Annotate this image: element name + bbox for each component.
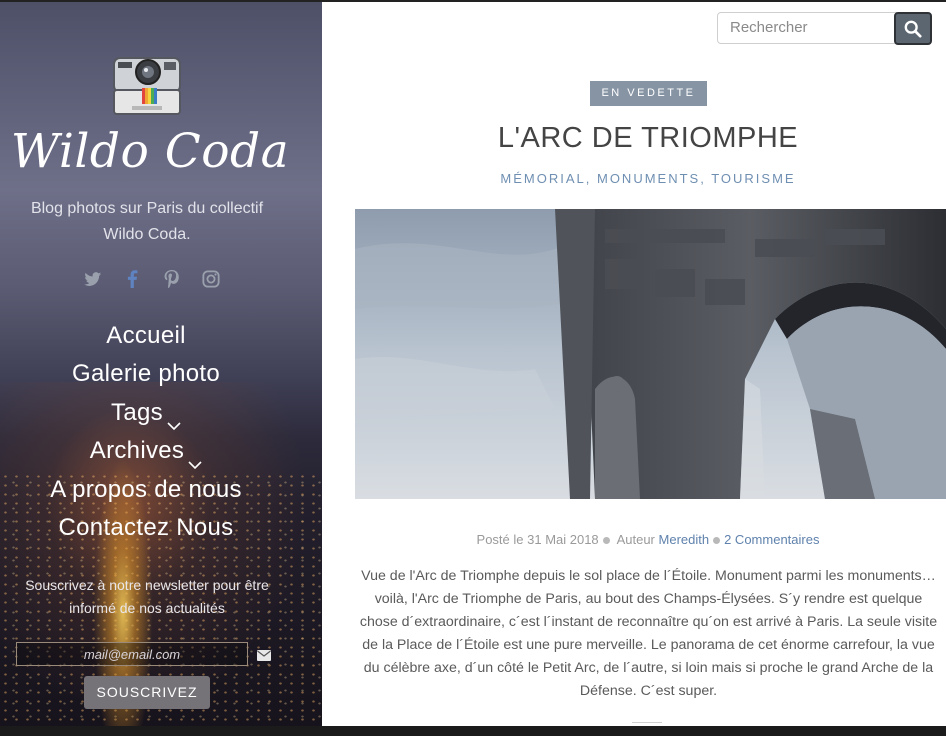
nav-item-label: Galerie photo xyxy=(72,360,220,388)
meta-separator xyxy=(602,537,610,545)
nav-item-a-propos[interactable]: A propos de nous xyxy=(0,474,292,512)
twitter-icon[interactable] xyxy=(82,268,104,290)
blog-tagline: Blog photos sur Paris du collectif Wildo… xyxy=(30,200,264,243)
post-date: Posté le 31 Mai 2018 xyxy=(476,532,599,547)
search-input[interactable]: Rechercher xyxy=(717,12,897,44)
post-title[interactable]: L'ARC DE TRIOMPHE xyxy=(322,122,946,155)
window-bottom-bar xyxy=(0,726,946,736)
facebook-icon[interactable] xyxy=(121,268,143,290)
post-featured-image[interactable] xyxy=(355,209,946,499)
instant-camera-icon[interactable] xyxy=(112,54,182,116)
nav-item-archives[interactable]: Archives xyxy=(0,435,292,473)
post-meta: Posté le 31 Mai 2018 Auteur Meredith 2 Co… xyxy=(322,532,946,547)
nav-item-galerie-photo[interactable]: Galerie photo xyxy=(0,358,292,396)
newsletter-description: Souscrivez à notre newsletter pour être … xyxy=(25,577,269,616)
post-excerpt: Vue de l'Arc de Triomphe depuis le sol p… xyxy=(359,568,938,699)
meta-separator xyxy=(713,537,721,545)
search-button[interactable] xyxy=(894,12,932,45)
subscribe-button[interactable]: SOUSCRIVEZ xyxy=(84,676,210,709)
chevron-down-icon xyxy=(167,408,181,431)
social-links xyxy=(82,268,222,292)
blog-title[interactable]: Wildo Coda xyxy=(0,124,300,179)
sidebar: Wildo Coda Blog photos sur Paris du coll… xyxy=(0,2,322,726)
nav-item-contact[interactable]: Contactez Nous xyxy=(0,512,292,550)
main-navigation: Accueil Galerie photo Tags Archives A pr… xyxy=(0,320,292,550)
chevron-down-icon xyxy=(188,447,202,469)
author-label: Auteur xyxy=(616,532,655,547)
nav-item-label: A propos de nous xyxy=(50,475,242,503)
post-divider xyxy=(632,722,662,723)
post-categories[interactable]: MÉMORIAL, MONUMENTS, TOURISME xyxy=(322,171,946,186)
nav-item-label: Archives xyxy=(89,437,185,465)
author-link[interactable]: Meredith xyxy=(659,532,710,547)
nav-item-label: Accueil xyxy=(106,322,186,349)
nav-item-label: Tags xyxy=(111,398,163,426)
featured-badge[interactable]: EN VEDETTE xyxy=(590,81,707,106)
nav-item-label: Contactez Nous xyxy=(58,513,234,541)
pinterest-icon[interactable] xyxy=(161,268,183,290)
nav-item-accueil[interactable]: Accueil xyxy=(0,320,292,358)
nav-item-tags[interactable]: Tags xyxy=(0,397,292,435)
main-content: Rechercher EN VEDETTE L'ARC DE TRIOMPHE … xyxy=(322,2,946,726)
newsletter-email-field[interactable]: mail@email.com xyxy=(16,642,248,666)
search-icon xyxy=(904,20,922,38)
instagram-icon[interactable] xyxy=(200,268,222,290)
envelope-icon xyxy=(257,648,271,661)
comments-link[interactable]: 2 Commentaires xyxy=(724,532,819,547)
